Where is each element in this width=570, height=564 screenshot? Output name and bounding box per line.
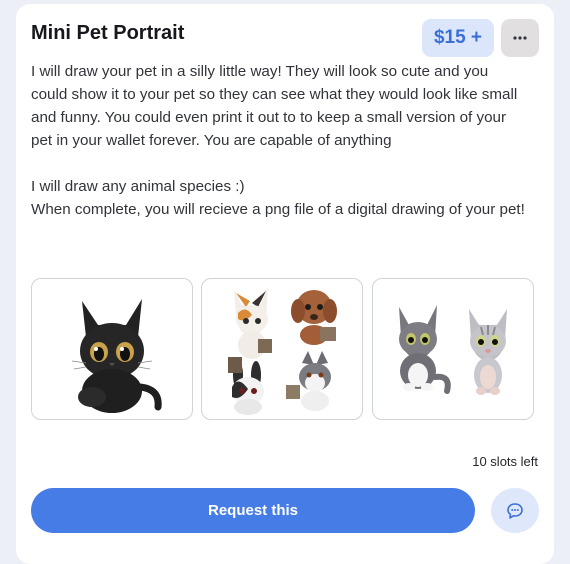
card-title: Mini Pet Portrait [31,22,185,44]
description-line-species: I will draw any animal species :) [31,178,245,195]
gray-cats-illustration [399,305,507,395]
description: I will draw your pet in a silly little w… [31,60,526,221]
request-button[interactable]: Request this [31,488,475,533]
pet-collage-illustration [228,287,337,415]
gallery-image-3[interactable] [372,278,534,420]
chat-bubble-icon [507,502,523,519]
description-line-delivery: When complete, you will recieve a png fi… [31,201,525,218]
gallery-image-1[interactable] [31,278,193,420]
price-badge[interactable]: $15 + [422,19,494,57]
more-options-button[interactable] [501,19,539,57]
chat-button[interactable] [491,488,539,533]
description-paragraph: I will draw your pet in a silly little w… [31,63,518,149]
slots-left-text: 10 slots left [472,454,538,469]
ellipsis-icon [513,36,527,40]
commission-card: Mini Pet Portrait $15 + I will draw your… [16,4,554,564]
gallery-image-2[interactable] [201,278,363,420]
black-cat-illustration [71,299,162,413]
